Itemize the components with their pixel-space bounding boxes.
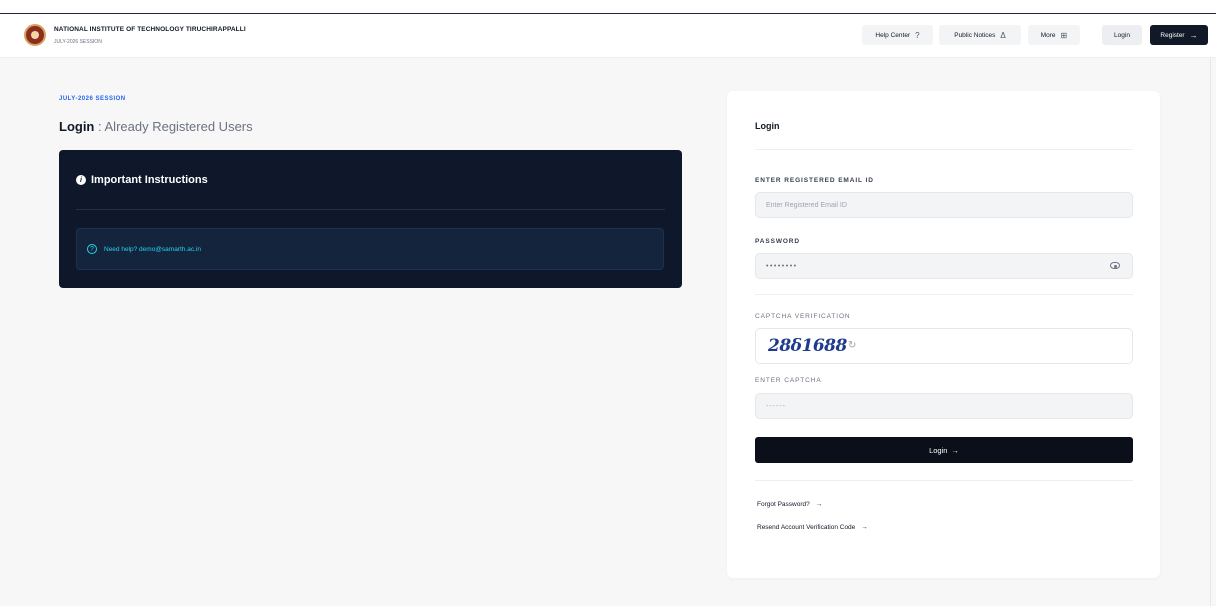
login-card-title: Login [755, 121, 780, 131]
institute-name: NATIONAL INSTITUTE OF TECHNOLOGY TIRUCHI… [54, 26, 246, 33]
public-notices-label: Public Notices [954, 31, 996, 39]
arrow-right-icon: → [861, 524, 868, 531]
instructions-title: Important Instructions [91, 174, 208, 186]
register-label: Register [1160, 31, 1185, 39]
page-title: Login : Already Registered Users [59, 119, 253, 134]
grid-icon: ⊞ [1060, 30, 1068, 40]
password-field[interactable]: •••••••• [755, 253, 1133, 279]
login-submit-button[interactable]: Login → [755, 437, 1133, 463]
help-center-label: Help Center [875, 31, 911, 39]
question-circle-icon: ? [915, 30, 920, 40]
session-subtitle: JULY-2026 SESSION [54, 39, 102, 45]
captcha-label: CAPTCHA VERIFICATION [755, 313, 851, 320]
password-value: •••••••• [766, 262, 798, 270]
info-icon: i [76, 175, 86, 185]
more-label: More [1040, 31, 1056, 39]
bell-icon: Δ [1000, 30, 1006, 40]
page-title-bold: Login [59, 119, 95, 134]
password-label: PASSWORD [755, 238, 800, 245]
login-submit-label: Login [929, 445, 948, 455]
help-center-button[interactable]: Help Center ? [862, 25, 933, 45]
arrow-right-icon: → [951, 445, 959, 455]
eye-icon[interactable] [1110, 262, 1120, 269]
header-login-label: Login [1114, 31, 1130, 39]
captcha-image: 28δ1688 [768, 336, 847, 356]
resend-verification-link[interactable]: Resend Account Verification Code → [757, 524, 868, 531]
enter-captcha-label: ENTER CAPTCHA [755, 377, 822, 384]
arrow-right-icon: → [1189, 30, 1198, 40]
scroll-edge [1210, 58, 1211, 606]
session-label: JULY-2026 SESSION [59, 96, 126, 102]
arrow-right-icon: → [815, 501, 823, 508]
help-contact-box: ? Need help? demo@samarth.ac.in [76, 228, 664, 270]
top-header: NATIONAL INSTITUTE OF TECHNOLOGY TIRUCHI… [0, 14, 1216, 58]
instructions-panel: i Important Instructions ? Need help? de… [59, 150, 682, 288]
divider [755, 480, 1133, 481]
public-notices-button[interactable]: Public Notices Δ [939, 25, 1021, 45]
institute-logo[interactable] [24, 24, 46, 46]
login-card: Login ENTER REGISTERED EMAIL ID Enter Re… [727, 91, 1160, 578]
email-label: ENTER REGISTERED EMAIL ID [755, 177, 874, 184]
more-menu-button[interactable]: More ⊞ [1028, 25, 1080, 45]
instructions-heading: i Important Instructions [76, 174, 208, 186]
header-login-button[interactable]: Login [1102, 25, 1142, 45]
help-contact-link[interactable]: Need help? demo@samarth.ac.in [104, 246, 201, 253]
instructions-divider [76, 209, 665, 210]
captcha-input[interactable]: ------ [755, 393, 1133, 419]
forgot-password-link[interactable]: Forgot Password? → [757, 501, 822, 508]
email-field[interactable]: Enter Registered Email ID [755, 192, 1133, 218]
captcha-box: 28δ1688 ↻ [755, 328, 1133, 364]
resend-verification-label: Resend Account Verification Code [757, 524, 856, 531]
refresh-icon[interactable]: ↻ [848, 340, 856, 351]
question-circle-icon: ? [87, 244, 97, 254]
forgot-password-label: Forgot Password? [757, 501, 810, 508]
register-button[interactable]: Register → [1150, 25, 1208, 45]
divider [755, 294, 1133, 295]
page-title-rest: : Already Registered Users [94, 119, 253, 134]
divider [755, 149, 1133, 150]
